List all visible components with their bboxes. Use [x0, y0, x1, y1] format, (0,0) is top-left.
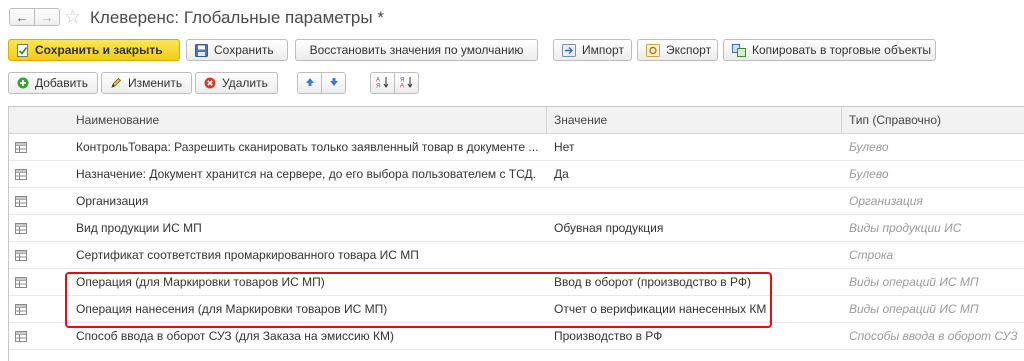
row-name: Сертификат соответствия промаркированног… — [76, 248, 419, 262]
row-value: Обувная продукция — [554, 221, 664, 235]
arrow-up-icon — [305, 76, 315, 90]
import-label: Импорт — [582, 43, 624, 57]
row-type: Булево — [849, 140, 889, 154]
highlight-box — [65, 272, 772, 328]
delete-icon — [204, 77, 216, 89]
table-row[interactable]: КонтрольТовара: Разрешить сканировать то… — [9, 134, 1024, 161]
arrow-right-icon: → — [40, 9, 54, 25]
copy-to-stores-label: Копировать в торговые объекты — [752, 43, 931, 57]
move-up-button[interactable] — [297, 72, 322, 94]
restore-defaults-label: Восстановить значения по умолчанию — [309, 43, 524, 57]
row-type: Строка — [849, 248, 894, 262]
row-type: Булево — [849, 167, 889, 181]
table-row[interactable]: Сертификат соответствия промаркированног… — [9, 242, 1024, 269]
document-save-icon — [17, 43, 29, 57]
window-title: Клеверенс: Глобальные параметры * — [90, 8, 384, 27]
add-icon — [17, 77, 29, 89]
row-type-icon — [15, 196, 27, 210]
row-type-icon — [15, 277, 27, 291]
row-value — [554, 242, 834, 269]
delete-label: Удалить — [222, 76, 268, 90]
row-name: КонтрольТовара: Разрешить сканировать то… — [76, 140, 539, 154]
row-type: Способы ввода в оборот СУЗ — [849, 329, 1018, 343]
sort-descending-button[interactable]: ЯА — [394, 72, 419, 94]
row-type: Виды операций ИС МП — [849, 275, 979, 289]
row-value: Нет — [554, 140, 575, 154]
arrow-down-icon — [329, 76, 339, 90]
row-name: Вид продукции ИС МП — [76, 221, 202, 235]
row-type-icon — [15, 304, 27, 318]
copy-icon — [732, 43, 746, 57]
add-button[interactable]: Добавить — [8, 72, 98, 94]
row-type-icon — [15, 169, 27, 183]
row-type: Виды продукции ИС — [849, 221, 962, 235]
row-value — [554, 188, 834, 215]
restore-defaults-button[interactable]: Восстановить значения по умолчанию — [295, 39, 538, 61]
import-button[interactable]: Импорт — [553, 39, 632, 61]
back-button[interactable]: ← — [9, 8, 35, 26]
table-row[interactable]: Вид продукции ИС МП Обувная продукция Ви… — [9, 215, 1024, 242]
sort-ascending-icon: АЯ — [376, 76, 390, 91]
move-down-button[interactable] — [321, 72, 346, 94]
column-header-type[interactable]: Тип (Справочно) — [849, 107, 941, 133]
arrow-left-icon: ← — [15, 9, 29, 25]
sort-descending-icon: ЯА — [400, 76, 414, 91]
row-type-icon — [15, 250, 27, 264]
row-type-icon — [15, 223, 27, 237]
save-button[interactable]: Сохранить — [186, 39, 288, 61]
row-type-icon — [15, 142, 27, 156]
delete-button[interactable]: Удалить — [195, 72, 278, 94]
export-button[interactable]: Экспорт — [637, 39, 718, 61]
row-type-icon — [15, 331, 27, 345]
row-value: Да — [554, 167, 569, 181]
forward-button[interactable]: → — [34, 8, 60, 26]
add-label: Добавить — [35, 76, 89, 90]
pencil-icon — [110, 77, 122, 89]
table-row[interactable]: Назначение: Документ хранится на сервере… — [9, 161, 1024, 188]
row-type: Организация — [849, 194, 923, 208]
table-header: Наименование Значение Тип (Справочно) — [9, 107, 1024, 134]
save-label: Сохранить — [214, 43, 274, 57]
column-header-name[interactable]: Наименование — [76, 107, 159, 133]
save-and-close-button[interactable]: Сохранить и закрыть — [8, 39, 180, 61]
title-bar: ← → ☆ Клеверенс: Глобальные параметры * — [0, 0, 1024, 34]
save-and-close-label: Сохранить и закрыть — [35, 43, 163, 57]
favorite-star-icon[interactable]: ☆ — [64, 6, 81, 29]
row-type: Виды операций ИС МП — [849, 302, 979, 316]
copy-to-stores-button[interactable]: Копировать в торговые объекты — [723, 39, 936, 61]
export-label: Экспорт — [666, 43, 712, 57]
sort-ascending-button[interactable]: АЯ — [370, 72, 395, 94]
svg-text:Я: Я — [376, 83, 380, 88]
table-row[interactable]: Организация Организация — [9, 188, 1024, 215]
edit-button[interactable]: Изменить — [101, 72, 192, 94]
export-icon — [646, 43, 660, 57]
edit-label: Изменить — [128, 76, 183, 90]
floppy-disk-icon — [195, 43, 208, 57]
row-name: Организация — [76, 194, 149, 208]
import-icon — [562, 43, 576, 57]
row-name: Назначение: Документ хранится на сервере… — [76, 167, 537, 181]
column-header-value[interactable]: Значение — [554, 107, 607, 133]
svg-text:А: А — [400, 83, 404, 88]
